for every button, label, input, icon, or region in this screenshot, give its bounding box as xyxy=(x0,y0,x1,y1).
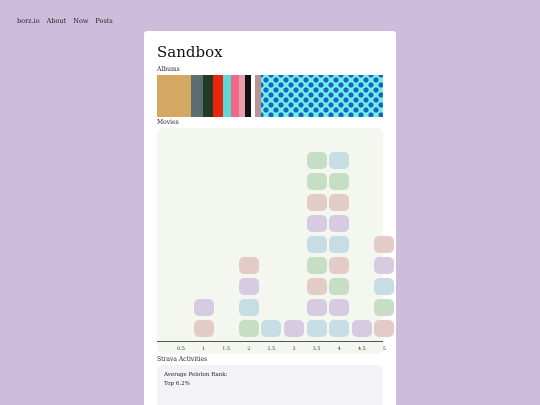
movie-tile[interactable] xyxy=(374,278,395,295)
x-tick-label: 1.5 xyxy=(222,346,231,352)
movie-tile[interactable] xyxy=(351,320,372,337)
movie-tile[interactable] xyxy=(238,299,259,316)
nav-link-now[interactable]: Now xyxy=(73,17,88,25)
movie-tile[interactable] xyxy=(329,278,350,295)
movie-tile[interactable] xyxy=(329,215,350,232)
movie-tile[interactable] xyxy=(306,299,327,316)
movie-tile[interactable] xyxy=(284,320,304,337)
top-nav: borz.io About Now Posts xyxy=(17,17,113,25)
albums-label: Albums xyxy=(157,66,180,73)
x-axis-line xyxy=(157,341,383,342)
movie-tile[interactable] xyxy=(238,320,259,337)
movie-tile[interactable] xyxy=(329,299,350,316)
peloton-rank-value: Top 6.2% xyxy=(164,380,190,387)
movie-tile[interactable] xyxy=(329,320,350,337)
nav-link-posts[interactable]: Posts xyxy=(95,17,112,25)
nav-link-about[interactable]: About xyxy=(47,17,67,25)
movie-tile[interactable] xyxy=(374,236,395,253)
x-tick-label: 4.5 xyxy=(357,346,366,352)
x-tick-label: 2.5 xyxy=(267,346,276,352)
nav-link-home[interactable]: borz.io xyxy=(17,17,40,25)
movie-tile[interactable] xyxy=(193,299,214,316)
movie-tile[interactable] xyxy=(374,320,395,337)
x-tick-label: 1 xyxy=(202,346,206,352)
x-tick-label: 3 xyxy=(292,346,296,352)
sandbox-card: Sandbox Albums Movies 0.5 1 1.5 2 2.5 3 3.5 4 4.… xyxy=(144,31,396,405)
movie-tile[interactable] xyxy=(329,257,350,274)
movie-tile[interactable] xyxy=(238,257,259,274)
movie-tile[interactable] xyxy=(329,173,350,190)
album-cover-5[interactable] xyxy=(223,75,231,117)
strava-stats: Average Peloton Rank: Top 6.2% xyxy=(164,371,227,388)
album-cover-6[interactable] xyxy=(231,75,239,117)
album-cover-1[interactable] xyxy=(157,75,191,117)
strava-panel: Average Peloton Rank: Top 6.2% xyxy=(157,365,383,405)
movie-tile[interactable] xyxy=(306,215,327,232)
movie-tile[interactable] xyxy=(306,320,327,337)
movie-tile[interactable] xyxy=(374,257,395,274)
x-tick-label: 4 xyxy=(337,346,341,352)
album-cover-4[interactable] xyxy=(213,75,223,117)
movie-tile[interactable] xyxy=(374,299,395,316)
movie-tile[interactable] xyxy=(329,152,350,169)
album-cover-11[interactable] xyxy=(261,75,383,117)
movie-tile[interactable] xyxy=(261,320,282,337)
movie-tile[interactable] xyxy=(306,152,327,169)
x-tick-label: 2 xyxy=(247,346,251,352)
x-tick-label: 5 xyxy=(382,346,386,352)
movie-tile[interactable] xyxy=(329,236,350,253)
album-cover-2[interactable] xyxy=(191,75,203,117)
movie-tile[interactable] xyxy=(306,236,327,253)
movie-tile[interactable] xyxy=(306,173,327,190)
movie-tile[interactable] xyxy=(238,278,259,295)
movie-tile[interactable] xyxy=(193,320,214,337)
movie-tile[interactable] xyxy=(306,257,327,274)
strava-label: Strava Activities xyxy=(157,356,208,363)
movies-label: Movies xyxy=(157,119,179,126)
page-title: Sandbox xyxy=(157,43,223,61)
movie-tile[interactable] xyxy=(306,194,327,211)
albums-strip xyxy=(157,75,383,117)
movie-tile[interactable] xyxy=(329,194,350,211)
x-tick-label: 0.5 xyxy=(177,346,185,352)
x-tick-label: 3.5 xyxy=(312,346,321,352)
album-cover-3[interactable] xyxy=(203,75,213,117)
movie-tile[interactable] xyxy=(306,278,327,295)
movies-chart: 0.5 1 1.5 2 2.5 3 3.5 4 4.5 5 xyxy=(157,128,395,354)
peloton-rank-label: Average Peloton Rank: xyxy=(164,372,228,378)
